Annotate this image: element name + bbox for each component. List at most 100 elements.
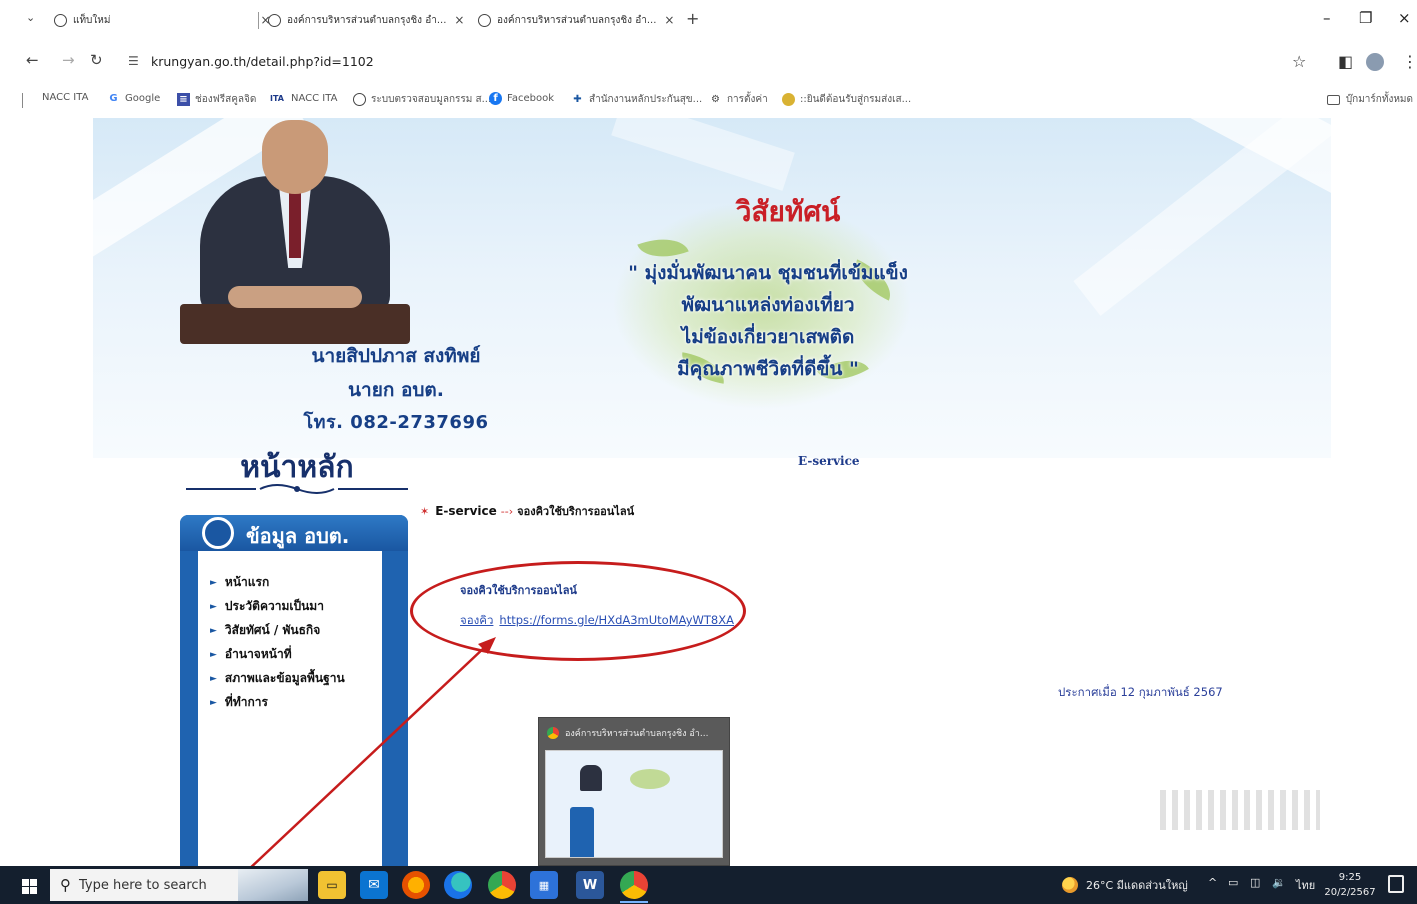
firefox-icon[interactable] [402,871,430,899]
sidebar-item-authority[interactable]: ► อำนาจหน้าที่ [210,645,292,664]
globe-icon [268,13,281,27]
sidebar-item-vision-mission[interactable]: ► วิสัยทัศน์ / พันธกิจ [210,621,320,640]
bookmarks-bar: NACC ITA G Google ≡ ช่องฟรีสคูลจิด ITA N… [0,86,1417,116]
system-clock[interactable]: 9:25 20/2/2567 [1320,870,1380,900]
bullet-arrow-icon: ► [210,601,217,612]
site-info-icon[interactable]: ☰ [128,54,139,68]
chrome-active-icon[interactable] [620,871,648,899]
bookmark-google[interactable]: G Google [107,92,160,105]
breadcrumb-section[interactable]: E-service [435,504,497,518]
word-icon[interactable]: W [576,871,604,899]
sheet-icon: ≡ [177,93,190,106]
back-arrow-icon[interactable]: ← [26,51,39,69]
bookmark-dla[interactable]: ::ยินดีต้อนรับสู่กรมส่งเส... [782,92,911,107]
minimize-icon[interactable]: – [1323,9,1331,27]
menu-kebab-icon[interactable]: ⋮ [1402,52,1417,71]
breadcrumb-icon: ✶ [420,504,430,518]
restore-icon[interactable]: ❐ [1359,9,1372,27]
bookmark-nacc-ita[interactable]: NACC ITA [42,92,88,103]
language-indicator[interactable]: ไทย [1296,876,1315,894]
taskbar-search[interactable]: ⚲ Type here to search [50,869,308,901]
network-icon[interactable]: ▭ [1228,876,1238,889]
bookmark-audit[interactable]: ระบบตรวจสอบมูลกรรม ส... [353,92,491,107]
close-icon[interactable]: × [664,13,674,27]
forward-arrow-icon[interactable]: → [62,51,75,69]
sidebar-title: ข้อมูล อบต. [246,524,350,548]
search-placeholder: Type here to search [79,877,207,893]
volume-icon[interactable]: 🔉 [1272,876,1286,889]
portrait-hands [228,286,362,308]
search-highlight-image [238,869,308,901]
bookmark-nacc-ita-2[interactable]: ITA NACC ITA [268,92,337,105]
file-explorer-icon[interactable]: ▭ [318,871,346,899]
bookmark-sheet[interactable]: ≡ ช่องฟรีสคูลจิด [177,92,256,107]
bookmark-folder-label: บุ๊กมาร์กทั้งหมด [1345,94,1413,105]
tab-search-chevron-icon[interactable]: ⌄ [26,11,35,24]
bookmark-settings[interactable]: ⚙ การตั้งค่า [709,92,768,107]
sidebar-item-label: อำนาจหน้าที่ [224,647,292,661]
tab-krungyan-2[interactable]: องค์การบริหารส่วนตำบลกรุงชิง อำ... × [478,8,674,32]
sidebar-item-label: หน้าแรก [224,575,270,589]
bookmark-star-icon[interactable]: ☆ [1292,52,1306,71]
close-icon[interactable]: × [454,13,464,27]
bookmark-label: NACC ITA [42,92,89,103]
tab-label: องค์การบริหารส่วนตำบลกรุงชิง อำ... [497,14,657,26]
preview-titlebar: องค์การบริหารส่วนตำบลกรุงชิง อำ... [539,718,729,748]
booking-link-prefix: จองคิว [460,613,494,627]
globe-icon [353,93,366,106]
side-panel-icon[interactable]: ◧ [1338,52,1353,71]
sidebar-item-home[interactable]: ► หน้าแรก [210,573,269,592]
windows-taskbar: ⚲ Type here to search ▭ ✉ ▦ W 26°C มีแดด… [0,866,1417,904]
sidebar-item-office[interactable]: ► ที่ทำการ [210,693,268,712]
preview-portrait [580,765,602,791]
sidebar-item-basic-info[interactable]: ► สภาพและข้อมูลพื้นฐาน [210,669,345,688]
active-app-indicator [620,901,648,903]
globe-icon [54,13,67,27]
globe-icon [478,13,491,27]
store-icon[interactable]: ▦ [530,871,558,899]
health-icon: ✚ [573,94,582,105]
faint-text-artifact [1160,790,1320,830]
bookmark-label: สำนักงานหลักประกันสุข... [589,94,703,105]
banner-ribbon [611,118,795,191]
weather-icon[interactable] [1062,877,1078,893]
ornament-divider [186,484,408,494]
bookmark-nhso[interactable]: ✚ สำนักงานหลักประกันสุข... [571,92,702,107]
gear-icon: ⚙ [711,94,720,105]
notification-icon[interactable] [1388,875,1404,893]
bookmarks-divider [22,93,23,108]
chrome-icon[interactable] [488,871,516,899]
mayor-portrait [170,118,420,348]
tab-new-tab[interactable]: แท็บใหม่ × [54,8,271,32]
weather-text[interactable]: 26°C มีแดดส่วนใหญ่ [1086,876,1188,894]
vision-line: ไม่ข้องเกี่ยวยาเสพติด [681,326,855,348]
window-close-icon[interactable]: × [1398,9,1411,27]
tab-krungyan-1[interactable]: องค์การบริหารส่วนตำบลกรุงชิง อำ... × [268,8,464,32]
booking-link[interactable]: จองคิว https://forms.gle/HXdA3mUtoMAyWT8X… [460,612,734,630]
tray-chevron-icon[interactable]: ^ [1208,876,1217,889]
start-button[interactable] [10,872,48,900]
wifi-icon[interactable]: ◫ [1250,876,1260,889]
sidebar-circle-icon [202,517,234,549]
eservice-heading: E-service [798,454,860,468]
announcement-date: ประกาศเมื่อ 12 กุมภาพันธ์ 2567 [1058,685,1223,699]
sidebar-item-label: สภาพและข้อมูลพื้นฐาน [224,671,345,685]
clock-date: 20/2/2567 [1324,887,1376,898]
all-bookmarks-folder[interactable]: บุ๊กมาร์กทั้งหมด [1326,92,1413,107]
profile-avatar[interactable] [1366,53,1384,71]
bookmark-facebook[interactable]: f Facebook [489,92,554,105]
url-field[interactable]: krungyan.go.th/detail.php?id=1102 [151,54,374,69]
mail-icon[interactable]: ✉ [360,871,388,899]
bookmark-label: Google [125,93,161,104]
taskbar-window-preview[interactable]: องค์การบริหารส่วนตำบลกรุงชิง อำ... [538,717,730,866]
bookmark-label: NACC ITA [291,93,338,104]
sidebar-item-label: ประวัติความเป็นมา [224,599,324,613]
preview-title: องค์การบริหารส่วนตำบลกรุงชิง อำ... [565,729,709,739]
new-tab-plus-icon[interactable]: + [686,9,699,28]
portrait-tie [289,188,301,258]
mayor-info: นายสิปปภาส สงทิพย์ นายก อบต. โทร. 082-27… [236,341,556,436]
portrait-desk [180,304,410,344]
edge-icon[interactable] [444,871,472,899]
reload-icon[interactable]: ↻ [90,51,103,69]
sidebar-item-history[interactable]: ► ประวัติความเป็นมา [210,597,324,616]
